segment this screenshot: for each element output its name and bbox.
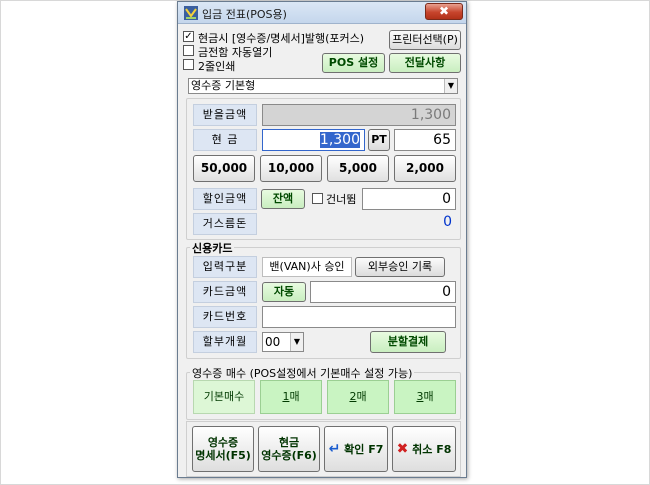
cash-receipt-line1: 현금 [278, 436, 300, 449]
print-twice-checkbox[interactable] [183, 59, 194, 70]
cancel-label: 취소 F8 [412, 443, 452, 456]
copies-3-suffix: 매 [423, 390, 434, 403]
receipt-type-value: 영수증 기본형 [191, 79, 256, 92]
copies-2-button[interactable]: 2매 [327, 380, 389, 414]
card-amount-label: 카드금액 [193, 281, 257, 303]
cash-amount-input[interactable]: 1,300 [262, 129, 365, 151]
copies-3-button[interactable]: 3매 [394, 380, 456, 414]
pos-settings-button[interactable]: POS 설정 [322, 53, 385, 73]
window-title: 입금 전표(POS용) [202, 8, 287, 21]
printer-select-button[interactable]: 프린터선택(P) [389, 30, 461, 50]
card-number-label: 카드번호 [193, 306, 257, 328]
close-button[interactable]: ✖ [425, 3, 463, 20]
cash-receipt-button[interactable]: 현금 영수증(F6) [258, 426, 320, 472]
pt-amount-input[interactable]: 65 [394, 129, 456, 151]
title-bar: 입금 전표(POS용) ✖ [178, 2, 466, 24]
installment-value: 00 [265, 335, 281, 349]
chevron-down-icon: ▼ [290, 333, 303, 351]
print-twice-label: 2줄인쇄 [198, 60, 236, 73]
app-icon [184, 6, 198, 20]
discount-label: 할인금액 [193, 188, 257, 210]
statement-line2: 명세서(F5) [195, 449, 251, 462]
auto-open-drawer-checkbox[interactable] [183, 45, 194, 56]
close-icon: ✖ [438, 4, 450, 18]
installment-label: 할부개월 [193, 331, 257, 353]
skip-checkbox[interactable] [312, 193, 323, 204]
receipt-type-select[interactable]: 영수증 기본형 ▼ [188, 78, 458, 94]
cancel-x-icon: ✖ [396, 441, 409, 457]
checkmark-icon: ✓ [184, 31, 193, 42]
copies-1-button[interactable]: 1매 [260, 380, 322, 414]
credit-card-title: 신용카드 [190, 240, 235, 256]
cash-2000-button[interactable]: 2,000 [394, 155, 456, 182]
change-amount: 0 [443, 214, 452, 230]
card-amount-input[interactable]: 0 [310, 281, 456, 303]
default-copies-label: 기본매수 [193, 380, 255, 414]
statement-button[interactable]: 영수증 명세서(F5) [192, 426, 254, 472]
confirm-button[interactable]: ↵ 확인 F7 [324, 426, 388, 472]
input-type-label: 입력구분 [193, 256, 257, 278]
receivable-label: 받을금액 [193, 104, 257, 126]
split-payment-button[interactable]: 분할결제 [370, 331, 446, 353]
cash-receipt-line2: 영수증(F6) [261, 449, 317, 462]
copies-1-suffix: 매 [289, 390, 300, 403]
receipt-copies-title: 영수증 매수 (POS설정에서 기본매수 설정 가능) [190, 365, 415, 381]
cancel-button[interactable]: ✖ 취소 F8 [392, 426, 456, 472]
confirm-label: 확인 F7 [344, 443, 384, 456]
statement-line1: 영수증 [207, 436, 239, 449]
discount-amount-input[interactable]: 0 [362, 188, 456, 210]
change-label: 거스름돈 [193, 213, 257, 235]
pt-button[interactable]: PT [368, 129, 390, 151]
cash-5000-button[interactable]: 5,000 [327, 155, 389, 182]
cash-10000-button[interactable]: 10,000 [260, 155, 322, 182]
enter-arrow-icon: ↵ [328, 441, 341, 457]
balance-button[interactable]: 잔액 [261, 189, 305, 209]
cash-amount-value: 1,300 [319, 132, 360, 148]
cash-label: 현 금 [193, 129, 257, 151]
copies-2-suffix: 매 [356, 390, 367, 403]
receivable-amount: 1,300 [262, 104, 456, 126]
installment-select[interactable]: 00 ▼ [262, 332, 304, 352]
skip-label: 건너뜀 [326, 193, 357, 206]
auto-amount-button[interactable]: 자동 [262, 282, 306, 302]
card-number-input[interactable] [262, 306, 456, 328]
chevron-down-icon: ▼ [444, 79, 457, 93]
external-approval-button[interactable]: 외부승인 기록 [355, 257, 445, 277]
issue-receipt-checkbox[interactable]: ✓ [183, 31, 194, 42]
van-approval-option[interactable]: 밴(VAN)사 승인 [262, 257, 352, 277]
payment-slip-window: 입금 전표(POS용) ✖ ✓ 현금시 [영수증/명세서]발행(포커스) 금전함… [177, 1, 467, 478]
cash-50000-button[interactable]: 50,000 [193, 155, 255, 182]
notice-button[interactable]: 전달사항 [389, 53, 461, 73]
